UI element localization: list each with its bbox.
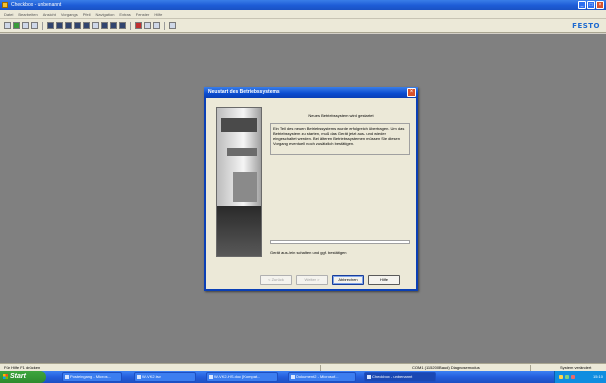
image-shape <box>233 172 257 202</box>
dialog-title: Neustart des Betriebssystems <box>204 87 418 98</box>
dialog-message: Ein Teil des neuen Betriebssystems wurde… <box>270 123 410 155</box>
open-icon[interactable] <box>13 22 20 29</box>
status-help-text: Für Hilfe F1 drücken <box>4 365 41 370</box>
toolbar-buttons <box>4 22 176 30</box>
mail-icon <box>65 375 69 379</box>
minimize-button[interactable]: _ <box>578 1 586 9</box>
file-icon <box>137 375 141 379</box>
next-button[interactable]: Weiter > <box>296 275 328 285</box>
taskbar: Start Posteingang - Micros... W-VK2.tsv … <box>0 371 606 383</box>
back-button[interactable]: < Zurück <box>260 275 292 285</box>
menu-bar: Datei Bearbeiten Ansicht Vorgangs Pfeil … <box>0 10 606 19</box>
menu-hilfe[interactable]: Hilfe <box>154 12 162 17</box>
menu-vorgangs[interactable]: Vorgangs <box>61 12 78 17</box>
window-controls: _ □ × <box>578 1 604 9</box>
word-doc-icon <box>209 375 213 379</box>
module-icon[interactable] <box>47 22 54 29</box>
tray-icon[interactable] <box>559 375 563 379</box>
taskbar-item[interactable]: Checkbox - unbenannt <box>364 372 436 382</box>
menu-bearbeiten[interactable]: Bearbeiten <box>18 12 37 17</box>
menu-ansicht[interactable]: Ansicht <box>43 12 56 17</box>
help-pointer-icon[interactable] <box>169 22 176 29</box>
tray-icon[interactable] <box>565 375 569 379</box>
taskbar-item-label: W-VK2-HS.doc [Kompat... <box>214 374 261 379</box>
taskbar-item-label: W-VK2.tsv <box>142 374 161 379</box>
dialog-buttons: < Zurück Weiter > Abbrechen Hilfe <box>260 275 400 285</box>
toolbar-separator <box>164 22 165 30</box>
print-icon[interactable] <box>31 22 38 29</box>
module-icon[interactable] <box>92 22 99 29</box>
image-shape <box>227 148 257 156</box>
module-icon[interactable] <box>56 22 63 29</box>
windows-logo-icon <box>3 374 8 379</box>
progress-bar <box>270 240 410 244</box>
taskbar-item-label: Dokument2 - Microsof... <box>296 374 339 379</box>
wizard-side-image <box>216 107 262 257</box>
clock: 15:10 <box>592 374 603 379</box>
tool-icon[interactable] <box>153 22 160 29</box>
menu-datei[interactable]: Datei <box>4 12 13 17</box>
app-icon <box>2 2 8 8</box>
cancel-button[interactable]: Abbrechen <box>332 275 364 285</box>
status-system: System verändert <box>560 365 592 370</box>
menu-extras[interactable]: Extras <box>119 12 130 17</box>
app-icon <box>367 375 371 379</box>
module-icon[interactable] <box>74 22 81 29</box>
taskbar-item-label: Posteingang - Micros... <box>70 374 111 379</box>
taskbar-item[interactable]: Posteingang - Micros... <box>62 372 122 382</box>
module-icon[interactable] <box>65 22 72 29</box>
cross-icon[interactable] <box>135 22 142 29</box>
word-doc-icon <box>291 375 295 379</box>
start-label: Start <box>10 373 26 380</box>
dialog-heading: Neues Betriebssystem wird gestartet <box>308 113 374 118</box>
toolbar-separator <box>130 22 131 30</box>
tray-icon[interactable] <box>571 375 575 379</box>
taskbar-item[interactable]: W-VK2.tsv <box>134 372 196 382</box>
menu-navigation[interactable]: Navigation <box>96 12 115 17</box>
festo-logo: FESTO <box>572 22 600 30</box>
taskbar-item[interactable]: W-VK2-HS.doc [Kompat... <box>206 372 278 382</box>
app-title-bar: Checkbox - unbenannt _ □ × <box>0 0 606 10</box>
window-title: Checkbox - unbenannt <box>11 2 62 8</box>
close-button[interactable]: × <box>596 1 604 9</box>
menu-fenster[interactable]: Fenster <box>136 12 150 17</box>
tool-icon[interactable] <box>144 22 151 29</box>
module-icon[interactable] <box>83 22 90 29</box>
status-bar: Für Hilfe F1 drücken COM1 (115200Baud) D… <box>0 363 606 371</box>
status-connection: COM1 (115200Baud) Diagnosemodus <box>412 365 480 370</box>
module-icon[interactable] <box>101 22 108 29</box>
toolbar: FESTO <box>0 19 606 33</box>
save-icon[interactable] <box>22 22 29 29</box>
dialog-close-icon[interactable]: × <box>407 88 416 97</box>
start-button[interactable]: Start <box>0 371 46 383</box>
image-shape <box>217 206 261 256</box>
help-button[interactable]: Hilfe <box>368 275 400 285</box>
system-tray: 15:10 <box>554 371 606 383</box>
restart-os-dialog: Neustart des Betriebssystems × Neues Bet… <box>204 87 418 291</box>
menu-pfeil[interactable]: Pfeil <box>83 12 91 17</box>
taskbar-item-label: Checkbox - unbenannt <box>372 374 413 379</box>
image-shape <box>221 118 257 132</box>
toolbar-separator <box>42 22 43 30</box>
taskbar-item[interactable]: Dokument2 - Microsof... <box>288 372 356 382</box>
module-icon[interactable] <box>110 22 117 29</box>
maximize-button[interactable]: □ <box>587 1 595 9</box>
dialog-status: Gerät aus-/ein schalten und ggf. bestäti… <box>270 250 347 255</box>
new-icon[interactable] <box>4 22 11 29</box>
module-icon[interactable] <box>119 22 126 29</box>
